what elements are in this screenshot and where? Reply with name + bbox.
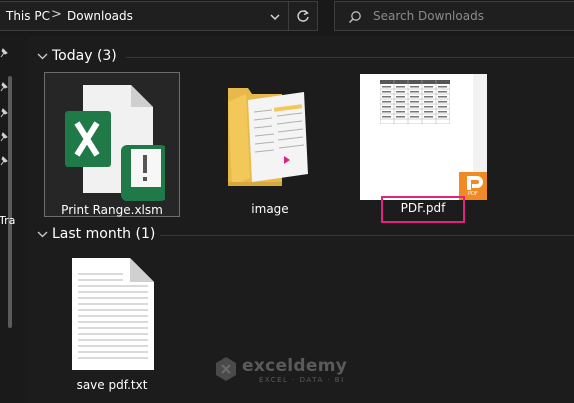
group-divider <box>126 57 574 58</box>
search-input[interactable]: Search Downloads <box>373 9 484 23</box>
search-box[interactable]: Search Downloads <box>334 1 574 31</box>
nav-item-partial-label[interactable]: Tra <box>0 214 15 227</box>
address-bar[interactable]: This PC > Downloads <box>0 1 318 31</box>
folder-icon <box>228 88 308 186</box>
address-history-chevron-icon[interactable] <box>269 11 281 23</box>
group-title: Today (3) <box>52 48 117 64</box>
file-name-label: PDF.pdf <box>400 201 446 215</box>
pin-icon <box>0 48 8 58</box>
pin-icon <box>0 132 8 142</box>
navigation-pane: Tra <box>0 36 28 403</box>
group-header-last-month[interactable]: Last month (1) <box>36 226 155 242</box>
file-name-label: Print Range.xlsm <box>61 203 163 217</box>
file-name-label: image <box>251 202 289 216</box>
file-name-label: save pdf.txt <box>76 378 148 392</box>
group-divider <box>160 235 574 236</box>
file-item-pdf[interactable]: PDF PDF.pdf <box>360 72 490 223</box>
exceldemy-logo-icon <box>216 357 236 381</box>
breadcrumb-downloads[interactable]: Downloads <box>67 9 133 23</box>
watermark-name: exceldemy <box>242 356 348 376</box>
breadcrumb-this-pc[interactable]: This PC <box>6 9 50 23</box>
group-header-today[interactable]: Today (3) <box>36 48 117 64</box>
pin-icon <box>0 156 8 166</box>
watermark-tagline: EXCEL · DATA · BI <box>259 376 345 384</box>
pdf-thumbnail-icon: PDF <box>360 74 487 200</box>
nav-scrollbar[interactable] <box>8 76 12 328</box>
refresh-button[interactable] <box>288 2 318 30</box>
group-title: Last month (1) <box>52 226 156 242</box>
file-item-image-folder[interactable]: image <box>202 72 338 217</box>
pdf-table-preview <box>380 80 450 124</box>
excel-macro-file-icon <box>65 85 165 201</box>
pdf-badge-text: PDF <box>468 191 478 197</box>
title-address-bar: This PC > Downloads Search Downloads <box>0 0 574 36</box>
file-item-save-pdf-txt[interactable]: save pdf.txt <box>44 250 180 395</box>
breadcrumb-separator[interactable]: > <box>51 7 62 22</box>
text-file-icon <box>72 258 154 370</box>
file-item-print-range[interactable]: Print Range.xlsm <box>44 72 180 217</box>
chevron-down-icon <box>37 53 48 60</box>
chevron-down-icon <box>37 231 48 238</box>
search-icon <box>348 11 361 24</box>
refresh-icon <box>297 9 309 22</box>
pin-icon <box>0 108 8 118</box>
pin-icon <box>0 82 8 92</box>
